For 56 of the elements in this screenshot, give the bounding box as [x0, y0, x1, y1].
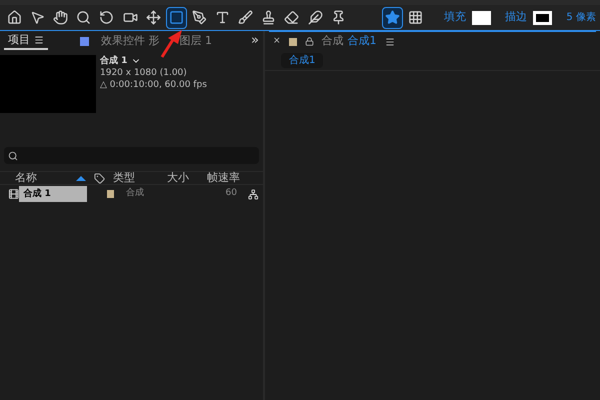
- item-fps: 60: [226, 187, 238, 200]
- text-icon: [215, 10, 230, 25]
- sort-icon: [76, 176, 86, 180]
- breadcrumb-tab[interactable]: 合成1: [281, 53, 324, 68]
- search-icon: [8, 150, 18, 160]
- tab-label: 图层 1: [180, 32, 212, 49]
- rectangle-tool[interactable]: [166, 6, 187, 28]
- star-icon: [384, 10, 400, 25]
- fill-label: 填充: [444, 9, 466, 26]
- brush-icon: [238, 10, 254, 25]
- feather-icon: [308, 10, 323, 25]
- layer-color-icon: [80, 36, 89, 46]
- item-type: 合成: [126, 187, 146, 200]
- column-header[interactable]: 大小: [163, 170, 203, 186]
- tab-label: 效果控件 形: [101, 32, 160, 49]
- menu-icon[interactable]: [384, 36, 395, 46]
- label-color: [106, 190, 114, 198]
- label-color: [288, 38, 297, 46]
- hand-icon: [53, 10, 68, 25]
- search-icon: [76, 10, 92, 25]
- item-name[interactable]: 合成 1: [19, 186, 87, 202]
- close-button[interactable]: ×: [273, 34, 281, 48]
- pointer-icon: [30, 10, 46, 25]
- rectangle-icon: [168, 10, 184, 25]
- column-header[interactable]: 名称: [0, 170, 90, 186]
- column-header[interactable]: 帧速率: [203, 170, 240, 186]
- tab-name: 合成1: [348, 33, 377, 50]
- comp-duration: △ 0:00:10:00, 60.00 fps: [100, 79, 207, 91]
- stroke-label: 描边: [504, 9, 527, 26]
- fill-swatch[interactable]: [472, 10, 491, 24]
- panel-tab[interactable]: 效果控件 形 图层 1: [76, 32, 216, 50]
- pen-icon: [192, 10, 207, 25]
- stamp-icon: [261, 10, 276, 25]
- more-panels[interactable]: »: [251, 31, 259, 51]
- move-icon: [146, 10, 161, 25]
- comp-size: 1920 x 1080 (1.00): [100, 67, 188, 79]
- panel-tab[interactable]: 项目: [4, 32, 48, 50]
- grid-icon: [408, 10, 423, 25]
- stroke-swatch[interactable]: [532, 10, 552, 24]
- star-tool[interactable]: [382, 6, 403, 28]
- camera-icon: [122, 10, 138, 25]
- composition-tab[interactable]: × 合成 合成1: [269, 31, 596, 51]
- column-header[interactable]: 类型: [105, 170, 163, 186]
- eraser-icon: [284, 10, 300, 25]
- tab-prefix: 合成: [322, 33, 344, 50]
- search-field[interactable]: [4, 147, 259, 164]
- menu-icon: [34, 35, 44, 45]
- rotate-icon: [99, 10, 114, 25]
- pin-icon: [330, 10, 346, 25]
- flowchart-icon[interactable]: [248, 188, 259, 200]
- tag-icon: [94, 172, 105, 184]
- lock-icon[interactable]: [304, 37, 314, 46]
- home-icon: [7, 10, 22, 25]
- comp-name: 合成 1: [100, 55, 128, 67]
- stroke-width[interactable]: 5 像素: [566, 10, 596, 25]
- composition-icon: [8, 188, 20, 200]
